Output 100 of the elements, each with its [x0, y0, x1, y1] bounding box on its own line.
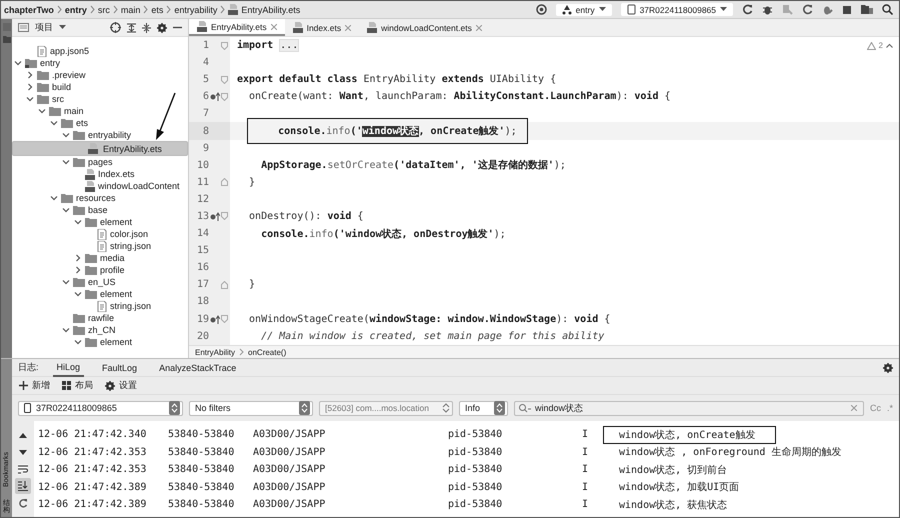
search-icon[interactable]	[882, 4, 893, 15]
stop-icon[interactable]	[842, 4, 852, 14]
log-tab[interactable]: AnalyzeStackTrace	[155, 360, 240, 376]
tree-item[interactable]: string.json	[12, 240, 188, 252]
tree-item[interactable]: pages	[12, 156, 188, 168]
log-level: I	[582, 429, 590, 440]
collapse-all-icon[interactable]	[127, 22, 136, 32]
editor-tab[interactable]: windowLoadContent.ets	[359, 19, 490, 36]
tree-item[interactable]: ets	[12, 117, 188, 129]
ets-file-icon	[85, 180, 95, 192]
json-file-icon	[97, 300, 107, 312]
breadcrumb-item[interactable]: src	[98, 4, 110, 14]
line-number: 6	[202, 91, 209, 102]
log-panel-label: 日志:	[18, 361, 39, 374]
settings-icon[interactable]	[157, 22, 167, 32]
process-select[interactable]: [52603] com....mos.location	[319, 400, 453, 416]
level-select[interactable]: Info	[459, 400, 508, 416]
breadcrumb-item[interactable]: EntryAbility	[195, 348, 236, 356]
editor-tab[interactable]: Index.ets	[284, 19, 360, 36]
tree-item[interactable]: base	[12, 204, 188, 216]
chevron-icon[interactable]	[62, 158, 70, 166]
stepper-icon[interactable]	[169, 401, 180, 415]
breadcrumb-item[interactable]: entryability	[174, 4, 218, 14]
chevron-right-icon	[143, 5, 148, 14]
toolbar-button[interactable]: 设置	[102, 378, 140, 393]
project-view-dropdown[interactable]: 项目	[35, 21, 53, 34]
filter-select[interactable]: No filters	[189, 400, 313, 416]
tree-item[interactable]: zh_CN	[12, 324, 188, 336]
tree-item[interactable]: .preview	[12, 69, 188, 81]
tree-item[interactable]: en_US	[12, 276, 188, 288]
override-marker-icon[interactable]	[210, 314, 220, 324]
toolbar-button[interactable]: 新增	[16, 378, 53, 393]
breadcrumb-item[interactable]: EntryAbility.ets	[241, 4, 300, 14]
tree-item[interactable]: resources	[12, 192, 188, 204]
code-line: AppStorage.setOrCreate('dataItem', '这是存储的数据');	[260, 158, 566, 172]
search-field[interactable]: window状态	[514, 400, 864, 416]
tree-item[interactable]: windowLoadContent	[12, 180, 188, 192]
folder-icon	[85, 289, 97, 299]
device-select[interactable]: 37R0224118009865	[18, 400, 183, 416]
line-number: 15	[196, 245, 209, 256]
settings-icon[interactable]	[883, 362, 893, 372]
tree-item[interactable]: element	[12, 336, 188, 348]
refresh-icon[interactable]	[802, 4, 813, 15]
bug-icon[interactable]	[762, 4, 773, 15]
target-icon[interactable]	[536, 4, 547, 15]
toolbar-button[interactable]: 布局	[59, 378, 96, 393]
override-marker-icon[interactable]	[210, 92, 220, 102]
expand-all-icon[interactable]	[142, 22, 151, 32]
tree-item[interactable]: Index.ets	[12, 168, 188, 180]
caret-icon[interactable]	[598, 7, 606, 12]
tree-item[interactable]: main	[12, 105, 188, 117]
tree-item[interactable]: string.json	[12, 300, 188, 312]
code-line: }	[248, 176, 256, 188]
breadcrumb-item[interactable]: ets	[151, 4, 164, 14]
close-icon[interactable]	[270, 24, 277, 30]
breadcrumb-item[interactable]: chapterTwo	[4, 4, 54, 14]
device-dropdown[interactable]: 37R0224118009865	[620, 3, 733, 16]
tree-item[interactable]: color.json	[12, 228, 188, 240]
tree-item[interactable]: profile	[12, 264, 188, 276]
breadcrumb-item[interactable]: main	[120, 4, 140, 14]
folder-icon	[85, 265, 97, 275]
caret-icon[interactable]	[720, 7, 727, 12]
tree-item[interactable]: app.json5	[12, 45, 188, 57]
tree-item[interactable]: rawfile	[12, 312, 188, 324]
line-number: 18	[196, 296, 209, 308]
tree-item[interactable]: src	[12, 93, 188, 105]
stepper-icon[interactable]	[442, 402, 450, 414]
tree-item[interactable]: EntryAbility.ets	[12, 141, 188, 156]
wrap-icon	[18, 464, 28, 474]
project-structure-icon[interactable]	[861, 4, 873, 15]
log-pid: 53840-53840	[168, 499, 236, 510]
tree-item[interactable]: element	[12, 216, 188, 228]
log-tab[interactable]: FaultLog	[98, 360, 142, 376]
stepper-icon[interactable]	[299, 401, 310, 415]
ets-file-icon	[197, 21, 207, 32]
tree-item[interactable]: entryability	[12, 129, 188, 141]
log-message: window状态, onCreate触发	[603, 426, 776, 444]
tree-item[interactable]: entry	[12, 57, 188, 69]
line-number: 4	[202, 57, 209, 68]
tree-item[interactable]: media	[12, 252, 188, 264]
breadcrumb-item[interactable]: entry	[64, 4, 87, 14]
warning-icon[interactable]	[866, 42, 876, 50]
tree-item[interactable]: build	[12, 81, 188, 93]
caret-icon[interactable]	[59, 25, 66, 30]
stepper-icon[interactable]	[494, 401, 505, 415]
code-line: onCreate(want: Want, launchParam: AbilityConstant.LaunchParam): void {	[248, 91, 671, 102]
module-folder-icon	[25, 58, 37, 68]
caret-up-icon[interactable]	[886, 43, 893, 48]
log-process: pid-53840	[448, 446, 504, 458]
editor-tab[interactable]: EntryAbility.ets	[189, 19, 285, 36]
minimize-icon[interactable]	[173, 26, 182, 29]
tree-item[interactable]: element	[12, 288, 188, 300]
breadcrumb-item[interactable]: onCreate()	[248, 348, 286, 356]
override-marker-icon[interactable]	[210, 212, 220, 221]
log-message: window状态, 加载UI页面	[618, 480, 740, 496]
scroll-to-end-button[interactable]	[15, 478, 31, 494]
rerun-icon[interactable]	[742, 4, 753, 15]
run-config-dropdown[interactable]: entry	[556, 4, 612, 16]
locate-icon[interactable]	[110, 22, 121, 33]
warning-count[interactable]: 2	[878, 41, 883, 50]
